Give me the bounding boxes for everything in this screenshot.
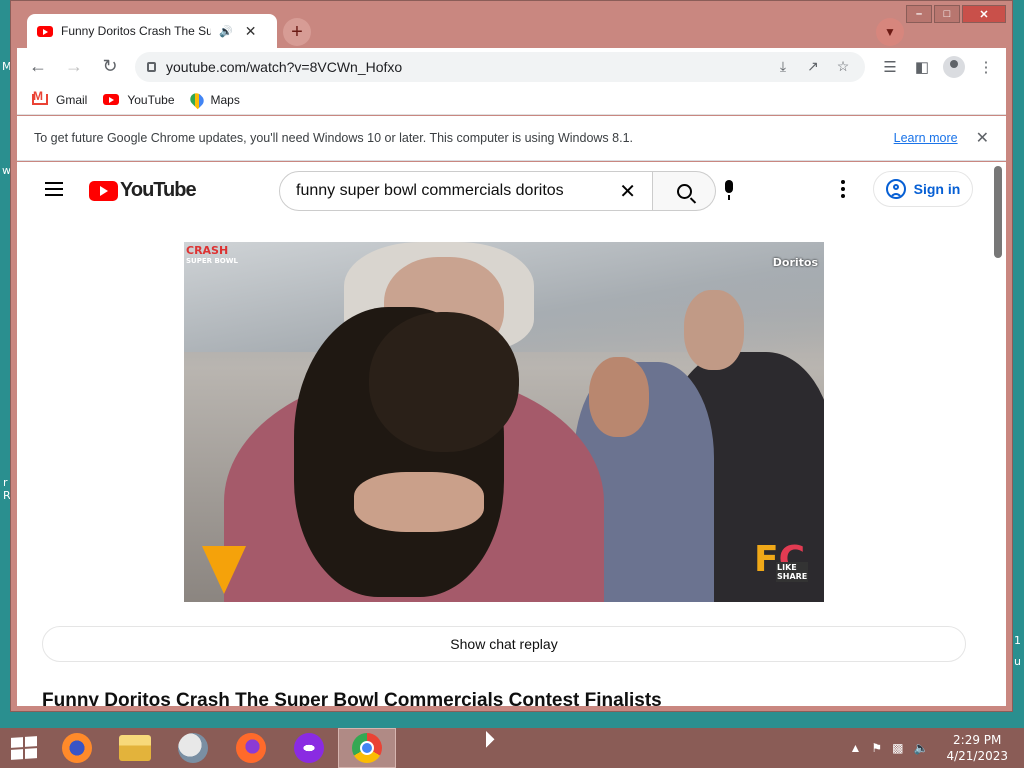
browser-toolbar: ← → ↻ youtube.com/watch?v=8VCWn_Hofxo ⤓ … (17, 48, 1006, 85)
share-icon[interactable]: ↗ (803, 58, 823, 75)
show-chat-replay-button[interactable]: Show chat replay (42, 626, 966, 662)
search-button[interactable] (653, 171, 716, 211)
minimize-button[interactable]: – (906, 5, 932, 23)
bookmark-gmail[interactable]: Gmail (32, 90, 88, 107)
taskbar-mask-app[interactable] (280, 728, 338, 768)
window-controls: – □ ✕ (906, 5, 1006, 23)
youtube-play-icon (89, 180, 118, 201)
reload-button[interactable]: ↻ (95, 52, 125, 82)
close-icon[interactable]: ✕ (245, 23, 257, 40)
video-player[interactable]: CRASH SUPER BOWL Doritos FC LIKE SHARE (184, 242, 824, 602)
maximize-button[interactable]: □ (934, 5, 960, 23)
taskbar-firefox-dev[interactable] (222, 728, 280, 768)
network-icon[interactable]: ▩ (892, 741, 903, 755)
taskbar-firefox[interactable] (48, 728, 106, 768)
speaker-icon[interactable]: 🔊 (219, 25, 233, 38)
close-icon[interactable]: ✕ (976, 128, 989, 148)
doritos-logo: Doritos (772, 256, 818, 269)
update-infobar: To get future Google Chrome updates, you… (17, 116, 1006, 161)
account-icon (885, 179, 906, 199)
file-explorer-icon (119, 735, 151, 761)
bookmark-label: Maps (210, 92, 240, 107)
bookmark-youtube[interactable]: YouTube (103, 92, 175, 107)
chrome-menu-icon[interactable]: ⋮ (975, 58, 997, 76)
bookmark-label: YouTube (127, 92, 175, 107)
bookmark-label: Gmail (56, 92, 88, 107)
show-hidden-icons-icon[interactable]: ▲ (850, 741, 862, 755)
youtube-favicon-icon (37, 25, 53, 37)
taskbar: ▲ ⚑ ▩ 🔈 2:29 PM 4/21/2023 (0, 728, 1024, 768)
system-tray: ▲ ⚑ ▩ 🔈 2:29 PM 4/21/2023 (850, 728, 1024, 768)
desktop-icon-label: r (3, 476, 8, 489)
bookmarks-bar: Gmail YouTube Maps (17, 85, 1006, 115)
more-options-icon[interactable] (841, 180, 845, 198)
page-content: YouTube funny super bowl commercials dor… (17, 162, 1006, 706)
lock-icon[interactable] (147, 61, 156, 72)
youtube-wordmark: YouTube (120, 179, 197, 201)
infobar-message: To get future Google Chrome updates, you… (34, 131, 633, 145)
hamburger-menu-icon[interactable] (45, 182, 63, 196)
install-icon[interactable]: ⤓ (773, 58, 793, 75)
forward-button[interactable]: → (59, 52, 89, 82)
side-panel-icon[interactable]: ◧ (911, 58, 933, 76)
back-button[interactable]: ← (23, 52, 53, 82)
chrome-icon (352, 733, 382, 763)
crash-superbowl-logo: CRASH SUPER BOWL (186, 244, 238, 265)
windows-logo-icon (11, 736, 37, 760)
microphone-icon[interactable] (722, 180, 736, 202)
youtube-icon (103, 94, 120, 105)
desktop-icon-label: 1 (1014, 634, 1021, 647)
thunderbird-icon (178, 733, 208, 763)
learn-more-link[interactable]: Learn more (894, 131, 958, 145)
start-button[interactable] (0, 728, 48, 768)
maps-icon (187, 90, 206, 109)
youtube-header: YouTube funny super bowl commercials dor… (17, 162, 992, 218)
url-text[interactable]: youtube.com/watch?v=8VCWn_Hofxo (166, 59, 763, 75)
firefox-icon (62, 733, 92, 763)
clear-search-icon[interactable]: ✕ (619, 179, 636, 204)
doritos-chip-icon (202, 546, 246, 594)
new-tab-button[interactable]: + (283, 18, 311, 46)
youtube-logo[interactable]: YouTube (89, 179, 197, 202)
taskbar-chrome[interactable] (338, 728, 396, 768)
bookmark-star-icon[interactable]: ☆ (833, 58, 853, 75)
chrome-window: – □ ✕ Funny Doritos Crash The Sup 🔊 ✕ + … (10, 0, 1013, 712)
address-bar[interactable]: youtube.com/watch?v=8VCWn_Hofxo ⤓ ↗ ☆ (135, 51, 865, 82)
browser-tab[interactable]: Funny Doritos Crash The Sup 🔊 ✕ (27, 14, 277, 48)
tab-search-button[interactable]: ▼ (876, 18, 904, 46)
bookmark-maps[interactable]: Maps (187, 90, 240, 109)
firefox-dev-icon (236, 733, 266, 763)
sign-in-button[interactable]: Sign in (873, 171, 973, 207)
media-control-icon[interactable]: ☰ (879, 58, 901, 76)
action-center-flag-icon[interactable]: ⚑ (871, 741, 882, 755)
clock-date: 4/21/2023 (946, 749, 1008, 763)
sign-in-label: Sign in (913, 181, 961, 197)
system-clock[interactable]: 2:29 PM 4/21/2023 (946, 732, 1008, 764)
fc-badge-logo: FC LIKE SHARE (754, 539, 809, 582)
page-scrollbar[interactable] (994, 166, 1002, 258)
clock-time: 2:29 PM (953, 733, 1002, 747)
mask-app-icon (294, 733, 324, 763)
volume-muted-icon[interactable]: 🔈 (914, 741, 929, 755)
gmail-icon (32, 90, 48, 105)
search-input[interactable]: funny super bowl commercials doritos ✕ (279, 171, 653, 211)
profile-avatar[interactable] (943, 55, 965, 78)
taskbar-thunderbird[interactable] (164, 728, 222, 768)
desktop-icon-label: u (1014, 655, 1021, 668)
video-title: Funny Doritos Crash The Super Bowl Comme… (42, 690, 662, 706)
search-icon (676, 183, 692, 199)
tab-title: Funny Doritos Crash The Sup (61, 24, 211, 38)
taskbar-file-explorer[interactable] (106, 728, 164, 768)
close-window-button[interactable]: ✕ (962, 5, 1006, 23)
search-query[interactable]: funny super bowl commercials doritos (296, 182, 619, 200)
